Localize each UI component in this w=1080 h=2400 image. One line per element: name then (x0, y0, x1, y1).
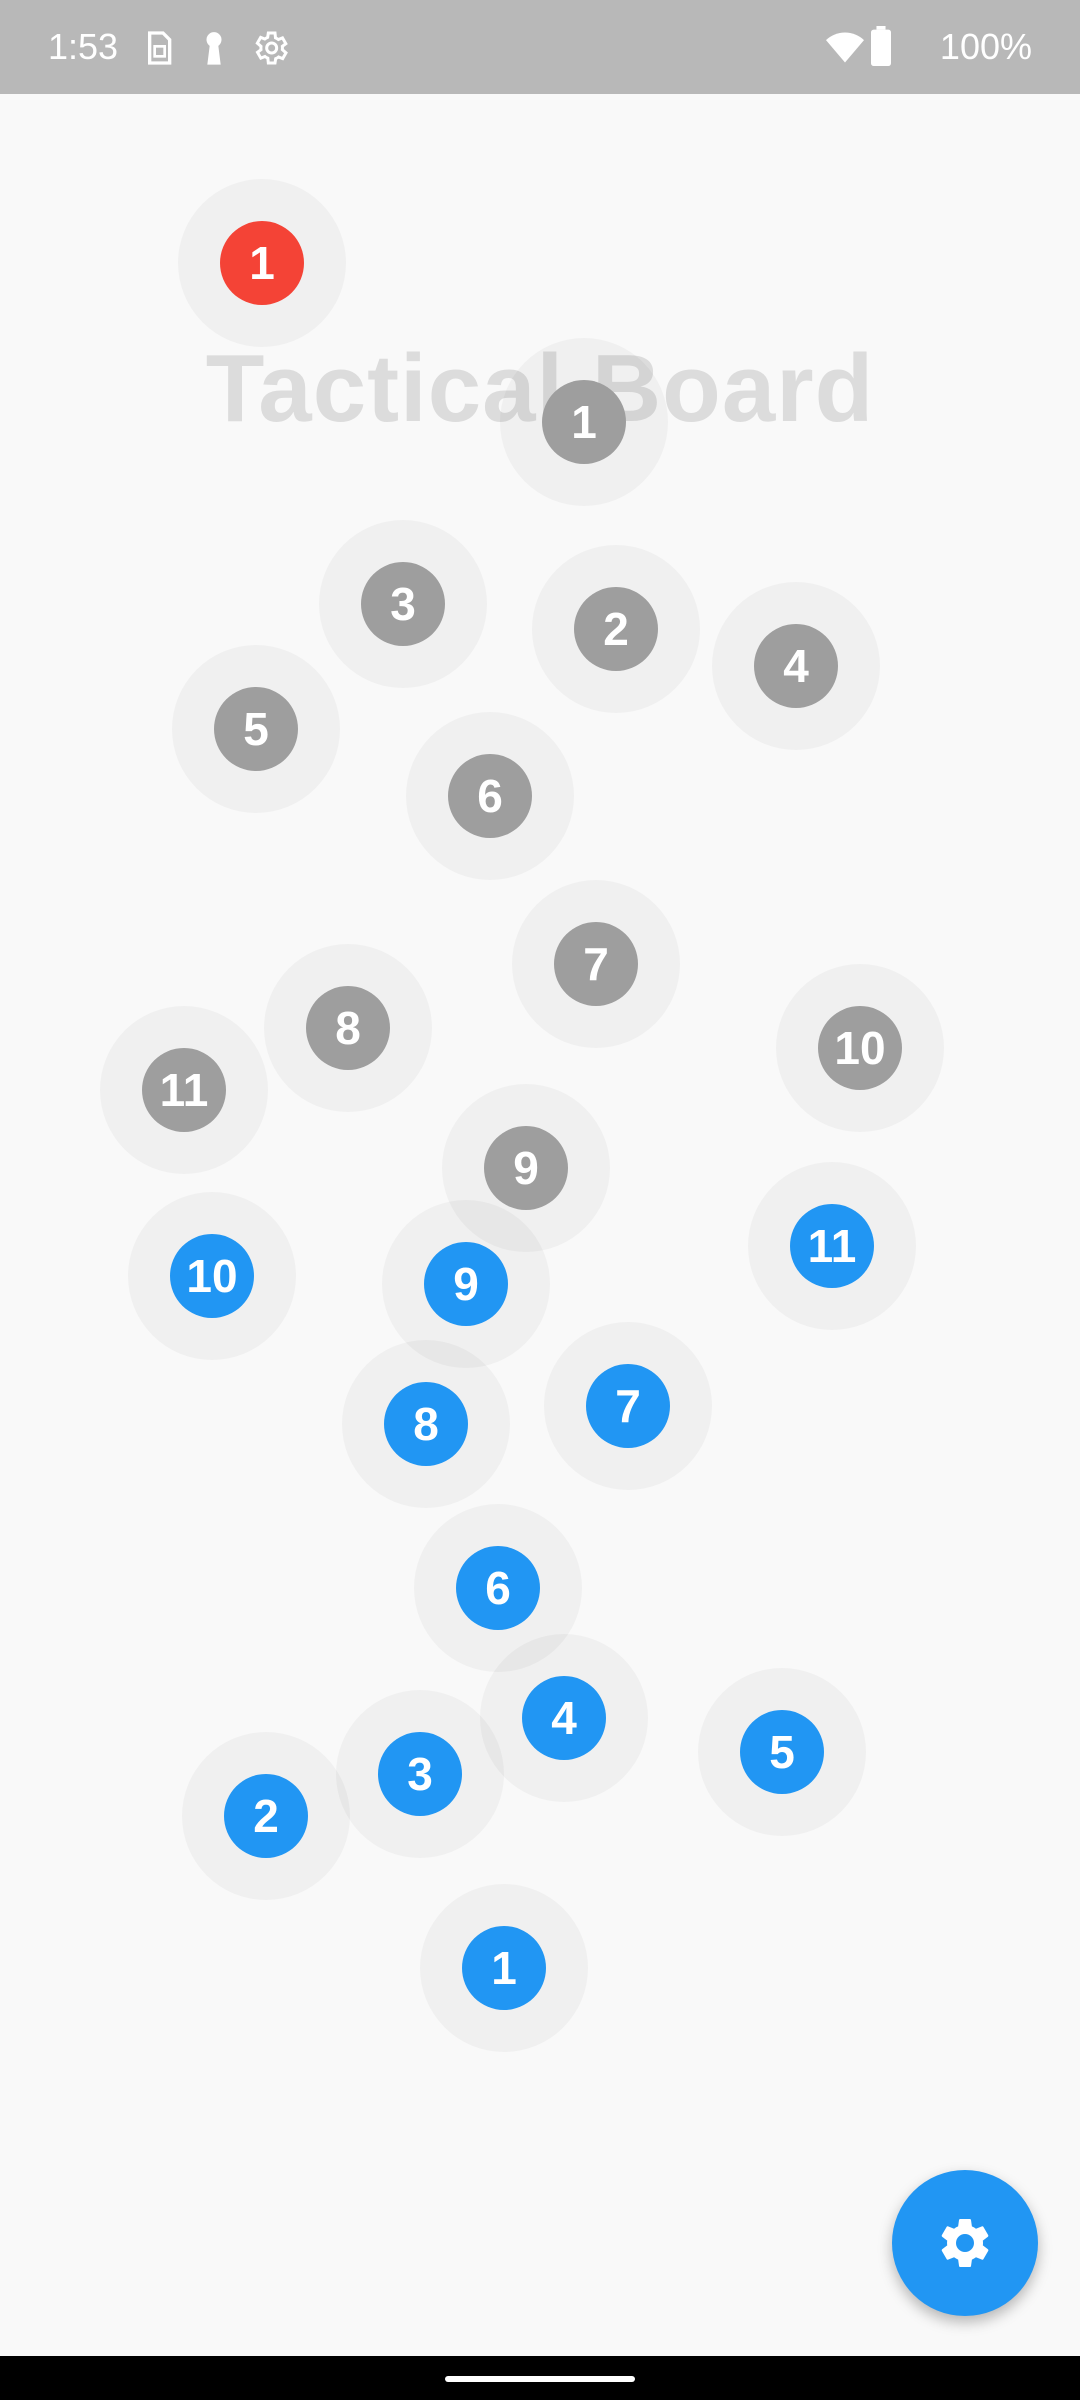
player-number: 8 (384, 1382, 468, 1466)
blue-player-11[interactable]: 11 (748, 1162, 916, 1330)
tactical-board[interactable]: Tactical Board 1 1 2 3 4 5 6 7 8 9 10 11… (0, 94, 1080, 2356)
player-number: 3 (361, 562, 445, 646)
status-time: 1:53 (48, 26, 119, 67)
svg-text:4: 4 (854, 53, 862, 66)
blue-player-5[interactable]: 5 (698, 1668, 866, 1836)
player-number: 10 (818, 1006, 902, 1090)
grey-player-6[interactable]: 6 (406, 712, 574, 880)
player-number: 11 (142, 1048, 226, 1132)
player-number: 4 (522, 1676, 606, 1760)
player-number: 11 (790, 1204, 874, 1288)
player-number: 7 (586, 1364, 670, 1448)
settings-button[interactable] (892, 2170, 1038, 2316)
grey-player-8[interactable]: 8 (264, 944, 432, 1112)
grey-player-10[interactable]: 10 (776, 964, 944, 1132)
blue-player-7[interactable]: 7 (544, 1322, 712, 1490)
player-number: 6 (448, 754, 532, 838)
battery-percentage: 100% (939, 26, 1032, 67)
navigation-bar (0, 2356, 1080, 2400)
player-number: 9 (484, 1126, 568, 1210)
ball-marker[interactable]: 1 (178, 179, 346, 347)
blue-player-1[interactable]: 1 (420, 1884, 588, 2052)
blue-player-6[interactable]: 6 (414, 1504, 582, 1672)
player-number: 9 (424, 1242, 508, 1326)
grey-player-5[interactable]: 5 (172, 645, 340, 813)
player-number: 10 (170, 1234, 254, 1318)
player-number: 5 (740, 1710, 824, 1794)
ball-label: 1 (220, 221, 304, 305)
player-number: 8 (306, 986, 390, 1070)
player-number: 1 (542, 380, 626, 464)
settings-gear-icon (941, 2219, 989, 2267)
grey-player-2[interactable]: 2 (532, 545, 700, 713)
blue-player-9[interactable]: 9 (382, 1200, 550, 1368)
grey-player-7[interactable]: 7 (512, 880, 680, 1048)
status-bar: 1:53 4 100% (0, 0, 1080, 94)
blue-player-3[interactable]: 3 (336, 1690, 504, 1858)
blue-player-10[interactable]: 10 (128, 1192, 296, 1360)
battery-icon (871, 26, 891, 66)
wifi-icon: 4 (826, 32, 864, 66)
player-number: 4 (754, 624, 838, 708)
player-number: 2 (224, 1774, 308, 1858)
player-number: 7 (554, 922, 638, 1006)
settings-gear-icon (255, 31, 288, 65)
player-number: 3 (378, 1732, 462, 1816)
player-number: 6 (456, 1546, 540, 1630)
grey-player-11[interactable]: 11 (100, 1006, 268, 1174)
grey-player-3[interactable]: 3 (319, 520, 487, 688)
grey-player-4[interactable]: 4 (712, 582, 880, 750)
home-gesture-handle[interactable] (445, 2376, 635, 2382)
sim-icon (148, 31, 172, 65)
player-number: 5 (214, 687, 298, 771)
player-number: 2 (574, 587, 658, 671)
grey-player-1[interactable]: 1 (500, 338, 668, 506)
player-number: 1 (462, 1926, 546, 2010)
key-icon (206, 32, 222, 65)
blue-player-2[interactable]: 2 (182, 1732, 350, 1900)
